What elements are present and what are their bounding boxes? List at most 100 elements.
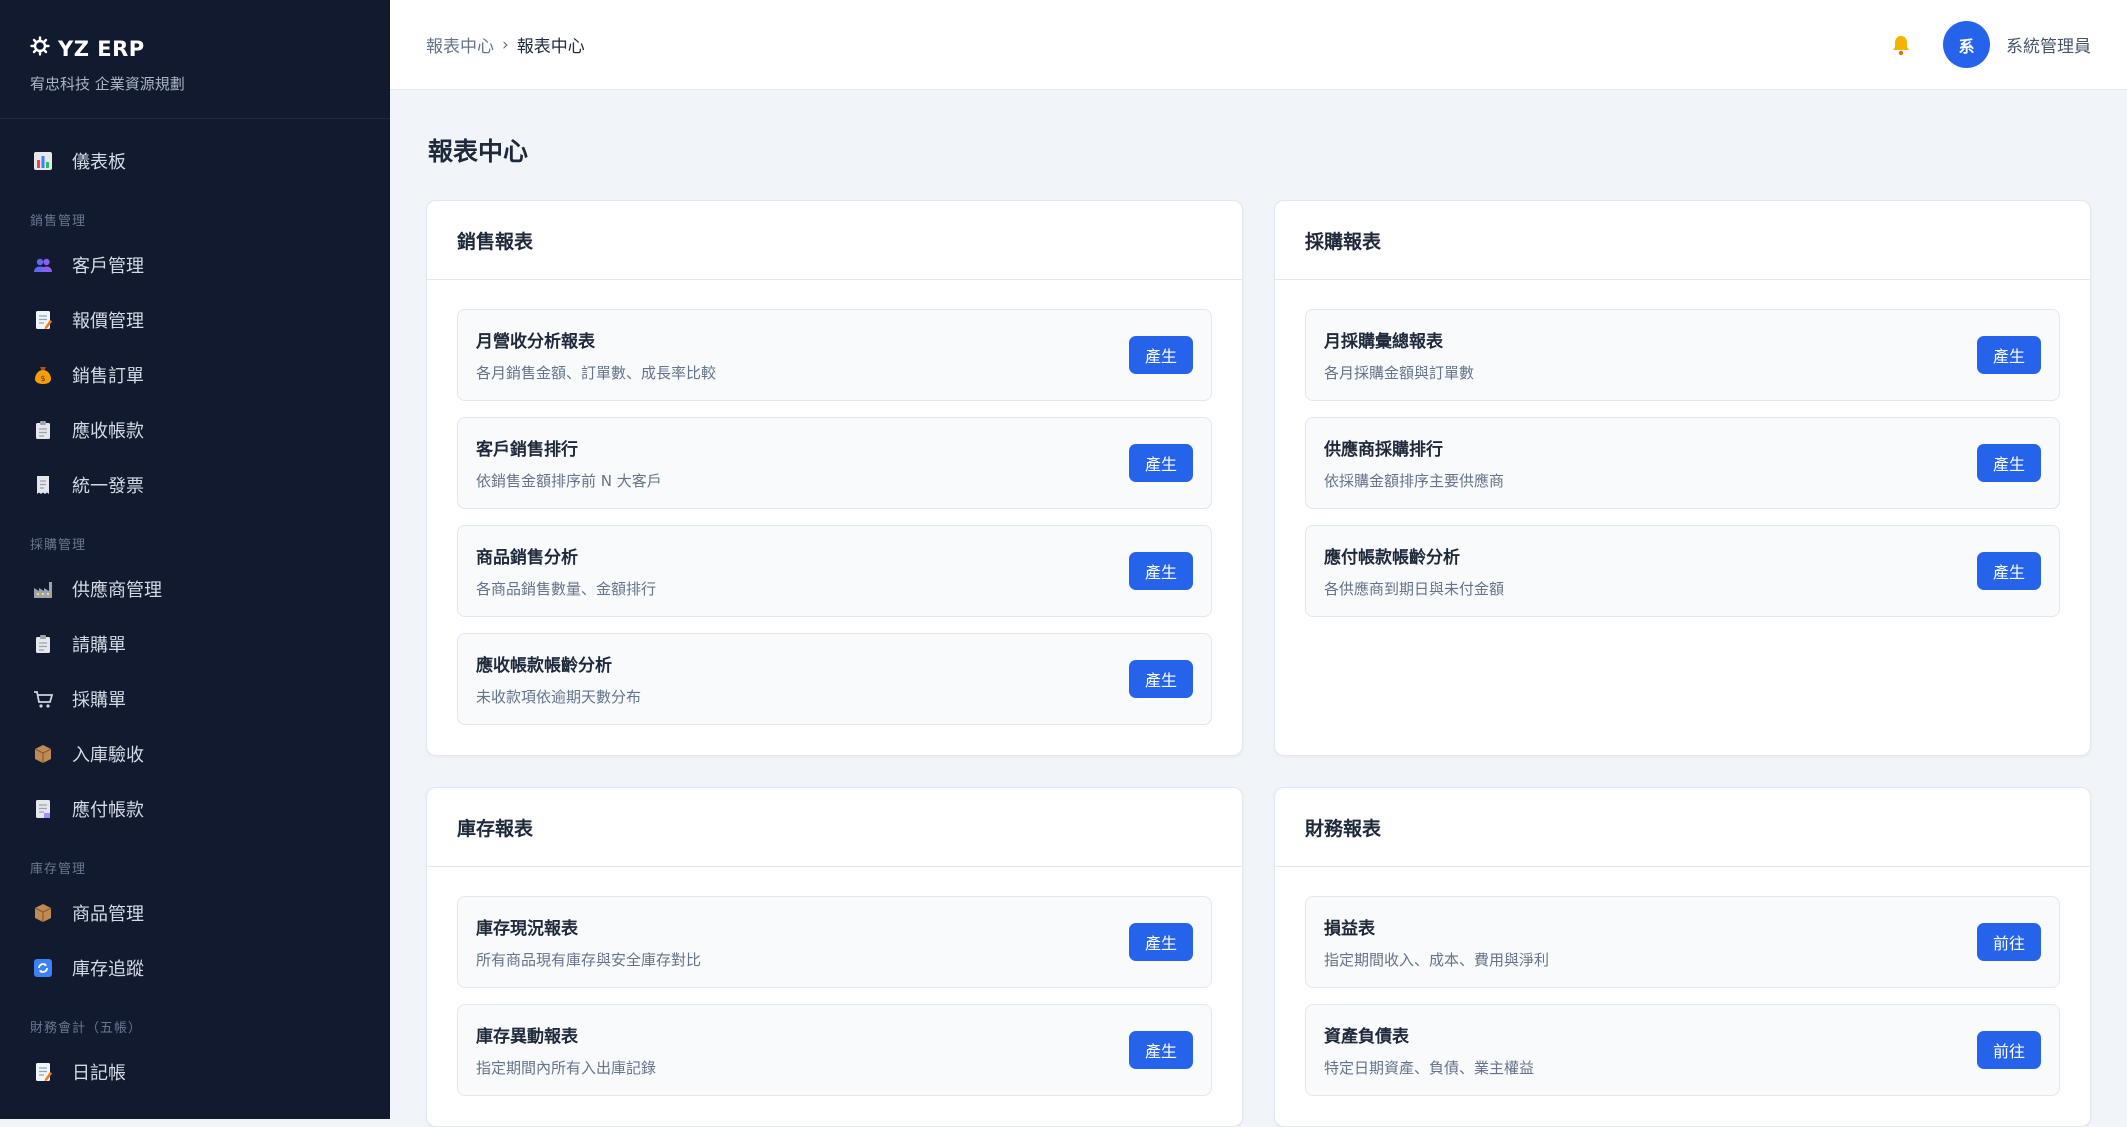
generate-button[interactable]: 產生 — [1129, 1031, 1193, 1069]
header-actions: 系 系統管理員 — [1885, 21, 2091, 68]
brand-subtitle: 宥忠科技 企業資源規劃 — [30, 73, 360, 94]
card-title: 銷售報表 — [427, 201, 1242, 280]
sidebar-item-requisitions[interactable]: 請購單 — [0, 616, 390, 671]
sidebar-item-stock-tracking[interactable]: 庫存追蹤 — [0, 940, 390, 995]
go-button[interactable]: 前往 — [1977, 1031, 2041, 1069]
nav-group-inventory: 庫存管理 — [0, 836, 390, 885]
card-body: 月採購彙總報表各月採購金額與訂單數 產生 供應商採購排行依採購金額排序主要供應商… — [1275, 280, 2090, 647]
generate-button[interactable]: 產生 — [1977, 336, 2041, 374]
report-description: 依採購金額排序主要供應商 — [1324, 470, 1977, 491]
clipboard-icon — [32, 419, 54, 441]
report-name: 客戶銷售排行 — [476, 435, 1129, 460]
card-body: 庫存現況報表所有商品現有庫存與安全庫存對比 產生 庫存異動報表指定期間內所有入出… — [427, 867, 1242, 1126]
report-item: 商品銷售分析各商品銷售數量、金額排行 產生 — [457, 525, 1212, 617]
report-name: 供應商採購排行 — [1324, 435, 1977, 460]
sidebar-item-label: 商品管理 — [72, 900, 144, 926]
sidebar-item-invoices[interactable]: 統一發票 — [0, 457, 390, 512]
report-description: 未收款項依逾期天數分布 — [476, 686, 1129, 707]
sidebar-item-products[interactable]: 商品管理 — [0, 885, 390, 940]
brand-name: YZ ERP — [58, 37, 145, 61]
package-icon — [32, 743, 54, 765]
report-name: 庫存異動報表 — [476, 1022, 1129, 1047]
report-item: 供應商採購排行依採購金額排序主要供應商 產生 — [1305, 417, 2060, 509]
report-name: 月營收分析報表 — [476, 327, 1129, 352]
report-item: 庫存異動報表指定期間內所有入出庫記錄 產生 — [457, 1004, 1212, 1096]
sales-reports-card: 銷售報表 月營收分析報表各月銷售金額、訂單數、成長率比較 產生 客戶銷售排行依銷… — [426, 200, 1243, 756]
report-item: 月營收分析報表各月銷售金額、訂單數、成長率比較 產生 — [457, 309, 1212, 401]
sidebar-item-purchase-orders[interactable]: 採購單 — [0, 671, 390, 726]
report-name: 月採購彙總報表 — [1324, 327, 1977, 352]
sidebar-item-label: 庫存追蹤 — [72, 955, 144, 981]
report-description: 指定期間收入、成本、費用與淨利 — [1324, 949, 1977, 970]
package-icon — [32, 902, 54, 924]
nav-group-sales: 銷售管理 — [0, 188, 390, 237]
memo-icon — [32, 1061, 54, 1083]
sidebar-item-receivables[interactable]: 應收帳款 — [0, 402, 390, 457]
report-description: 各月採購金額與訂單數 — [1324, 362, 1977, 383]
report-item: 資產負債表特定日期資產、負債、業主權益 前往 — [1305, 1004, 2060, 1096]
factory-icon — [32, 578, 54, 600]
card-title: 採購報表 — [1275, 201, 2090, 280]
avatar[interactable]: 系 — [1943, 21, 1990, 68]
go-button[interactable]: 前往 — [1977, 923, 2041, 961]
report-description: 各供應商到期日與未付金額 — [1324, 578, 1977, 599]
report-item: 應付帳款帳齡分析各供應商到期日與未付金額 產生 — [1305, 525, 2060, 617]
generate-button[interactable]: 產生 — [1977, 444, 2041, 482]
report-name: 商品銷售分析 — [476, 543, 1129, 568]
generate-button[interactable]: 產生 — [1977, 552, 2041, 590]
report-description: 指定期間內所有入出庫記錄 — [476, 1057, 1129, 1078]
sidebar-item-sales-orders[interactable]: $ 銷售訂單 — [0, 347, 390, 402]
money-bag-icon: $ — [32, 364, 54, 386]
report-description: 各商品銷售數量、金額排行 — [476, 578, 1129, 599]
generate-button[interactable]: 產生 — [1129, 444, 1193, 482]
purchase-reports-card: 採購報表 月採購彙總報表各月採購金額與訂單數 產生 供應商採購排行依採購金額排序… — [1274, 200, 2091, 756]
brand: YZ ERP 宥忠科技 企業資源規劃 — [0, 0, 390, 119]
sidebar-item-receiving[interactable]: 入庫驗收 — [0, 726, 390, 781]
report-name: 損益表 — [1324, 914, 1977, 939]
sidebar-item-customers[interactable]: 客戶管理 — [0, 237, 390, 292]
breadcrumb-root[interactable]: 報表中心 — [426, 32, 494, 57]
sidebar: YZ ERP 宥忠科技 企業資源規劃 儀表板 銷售管理 客戶管理 報價管理 $ … — [0, 0, 390, 1119]
memo-icon — [32, 309, 54, 331]
bar-chart-icon — [32, 150, 54, 172]
page-title: 報表中心 — [428, 132, 2091, 168]
sidebar-item-label: 供應商管理 — [72, 576, 162, 602]
document-icon — [32, 798, 54, 820]
sidebar-item-dashboard[interactable]: 儀表板 — [0, 133, 390, 188]
notification-bell-icon[interactable] — [1885, 29, 1917, 61]
card-title: 庫存報表 — [427, 788, 1242, 867]
sidebar-item-suppliers[interactable]: 供應商管理 — [0, 561, 390, 616]
sidebar-item-quotes[interactable]: 報價管理 — [0, 292, 390, 347]
svg-text:$: $ — [40, 374, 45, 383]
generate-button[interactable]: 產生 — [1129, 552, 1193, 590]
generate-button[interactable]: 產生 — [1129, 660, 1193, 698]
report-description: 各月銷售金額、訂單數、成長率比較 — [476, 362, 1129, 383]
report-description: 依銷售金額排序前 N 大客戶 — [476, 470, 1129, 491]
clipboard-icon — [32, 633, 54, 655]
sidebar-item-label: 銷售訂單 — [72, 362, 144, 388]
generate-button[interactable]: 產生 — [1129, 923, 1193, 961]
sidebar-item-payables[interactable]: 應付帳款 — [0, 781, 390, 836]
shopping-cart-icon — [32, 688, 54, 710]
sidebar-item-label: 儀表板 — [72, 148, 126, 174]
brand-title[interactable]: YZ ERP — [30, 36, 360, 61]
report-item: 客戶銷售排行依銷售金額排序前 N 大客戶 產生 — [457, 417, 1212, 509]
sidebar-item-label: 客戶管理 — [72, 252, 144, 278]
report-grid: 銷售報表 月營收分析報表各月銷售金額、訂單數、成長率比較 產生 客戶銷售排行依銷… — [426, 200, 2091, 1127]
sidebar-item-journal[interactable]: 日記帳 — [0, 1044, 390, 1099]
receipt-icon — [32, 474, 54, 496]
user-name[interactable]: 系統管理員 — [2006, 32, 2091, 57]
card-title: 財務報表 — [1275, 788, 2090, 867]
report-item: 庫存現況報表所有商品現有庫存與安全庫存對比 產生 — [457, 896, 1212, 988]
sidebar-item-label: 採購單 — [72, 686, 126, 712]
sidebar-nav: 儀表板 銷售管理 客戶管理 報價管理 $ 銷售訂單 應收帳款 統一發票 採購管理… — [0, 119, 390, 1099]
breadcrumb-separator: › — [502, 35, 509, 55]
refresh-icon — [32, 957, 54, 979]
sidebar-item-label: 報價管理 — [72, 307, 144, 333]
sidebar-item-label: 統一發票 — [72, 472, 144, 498]
report-item: 應收帳款帳齡分析未收款項依逾期天數分布 產生 — [457, 633, 1212, 725]
card-body: 損益表指定期間收入、成本、費用與淨利 前往 資產負債表特定日期資產、負債、業主權… — [1275, 867, 2090, 1126]
sidebar-item-label: 應付帳款 — [72, 796, 144, 822]
generate-button[interactable]: 產生 — [1129, 336, 1193, 374]
inventory-reports-card: 庫存報表 庫存現況報表所有商品現有庫存與安全庫存對比 產生 庫存異動報表指定期間… — [426, 787, 1243, 1127]
